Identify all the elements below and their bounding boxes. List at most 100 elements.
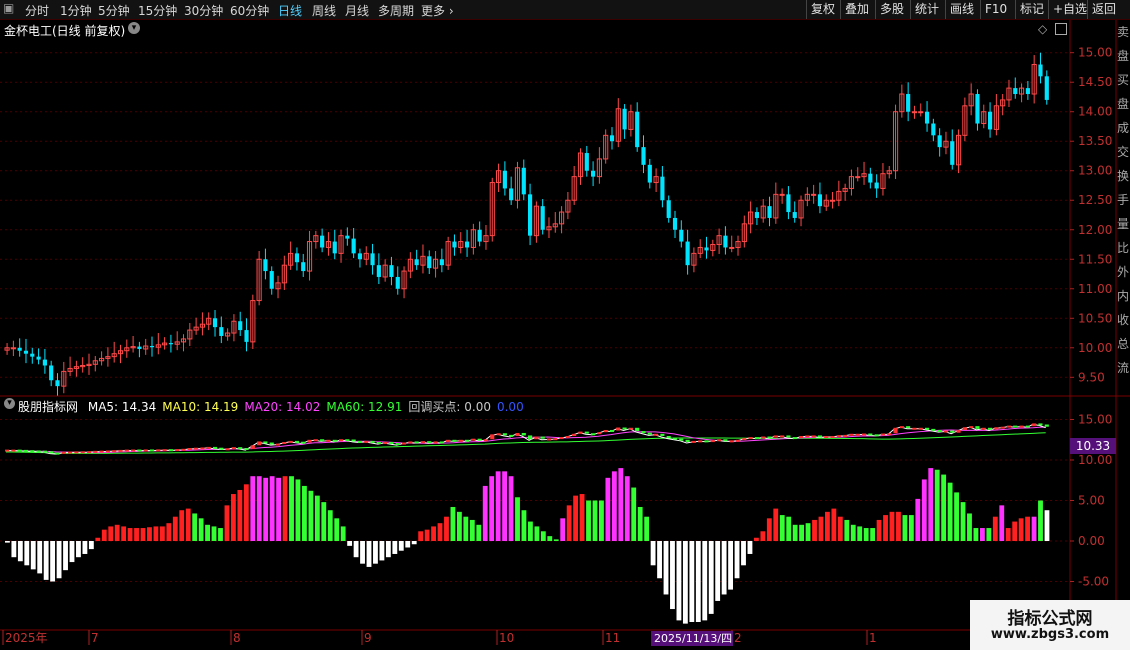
indicator-bar xyxy=(263,477,269,541)
indicator-bar xyxy=(43,541,49,580)
price-axis-label: 13.50 xyxy=(1078,134,1112,148)
mini-candle xyxy=(427,441,432,444)
mini-candle xyxy=(351,439,356,442)
price-axis-label: 11.50 xyxy=(1078,252,1112,266)
mini-candle xyxy=(80,451,85,454)
indicator-bar xyxy=(237,489,243,541)
x-axis-label: 9 xyxy=(364,631,372,645)
mini-candle xyxy=(187,447,192,450)
mini-candle xyxy=(698,440,703,443)
indicator-bar xyxy=(431,526,436,541)
mini-candle xyxy=(301,441,306,444)
mini-candle xyxy=(647,432,652,435)
indicator-bar xyxy=(812,519,817,541)
mini-candle xyxy=(414,441,419,444)
indicator-bar xyxy=(631,487,637,541)
mini-candle xyxy=(11,449,16,452)
candle xyxy=(80,357,86,373)
price-axis-label: 9.50 xyxy=(1078,370,1105,384)
mini-candle xyxy=(490,434,495,440)
candle xyxy=(615,98,621,148)
indicator-bar xyxy=(269,476,275,541)
indicator-header: 股朋指标网 MA5: 14.34 MA10: 14.19 MA20: 14.02 MA… xyxy=(18,398,530,415)
candle xyxy=(489,177,495,242)
indicator-menu-icon[interactable]: ▾ xyxy=(4,398,15,409)
candle xyxy=(911,105,918,119)
mini-candle xyxy=(105,450,110,453)
candle xyxy=(729,235,735,253)
candle xyxy=(320,228,325,253)
candle xyxy=(357,248,363,268)
candle xyxy=(225,328,231,341)
candle xyxy=(155,333,161,355)
candle xyxy=(30,347,35,364)
mini-candle xyxy=(899,426,904,429)
mini-candle xyxy=(761,436,766,439)
candle xyxy=(653,168,659,192)
x-axis-label: 8 xyxy=(233,631,241,645)
indicator-bar xyxy=(134,528,139,541)
candle xyxy=(981,104,987,129)
price-axis-label: 10.00 xyxy=(1078,341,1112,355)
indicator-bar xyxy=(50,541,56,582)
mini-candle xyxy=(553,438,558,441)
mini-candle xyxy=(313,439,318,442)
mini-candle xyxy=(496,433,501,436)
indicator-bar xyxy=(1005,528,1011,541)
candle xyxy=(918,103,924,117)
mini-candle xyxy=(710,440,715,443)
indicator-bar xyxy=(37,541,43,574)
indicator-bar xyxy=(534,526,540,541)
candle xyxy=(571,166,577,205)
indicator-bar xyxy=(82,541,88,554)
indicator-bar xyxy=(883,515,888,541)
indicator-axis-label: -5.00 xyxy=(1078,575,1109,589)
candle xyxy=(1044,70,1049,105)
indicator-bar xyxy=(179,510,185,541)
mini-candle xyxy=(893,427,898,434)
mini-candle xyxy=(780,435,785,438)
indicator-bar xyxy=(76,541,81,558)
indicator-bar xyxy=(17,541,23,562)
indicator-bar xyxy=(450,506,456,541)
indicator-bar xyxy=(353,541,359,558)
candle xyxy=(842,183,848,201)
candlestick-chart[interactable]: 15.0014.5014.0013.5013.0012.5012.0011.50… xyxy=(0,0,1130,650)
candle xyxy=(1038,52,1043,84)
mini-candle xyxy=(137,449,142,452)
candle xyxy=(382,259,388,282)
indicator-bar xyxy=(682,541,688,624)
candle xyxy=(130,335,136,353)
mini-candle xyxy=(200,447,205,450)
candle xyxy=(836,180,842,207)
indicator-bar xyxy=(876,519,882,541)
indicator-bar xyxy=(915,498,921,541)
indicator-bar xyxy=(831,508,837,541)
mini-candle xyxy=(131,449,136,452)
indicator-bar xyxy=(334,518,340,541)
indicator-bar xyxy=(734,541,740,579)
indicator-bar xyxy=(69,541,75,563)
indicator-bar xyxy=(586,500,591,541)
mini-candle xyxy=(294,440,300,443)
indicator-bar xyxy=(540,531,546,541)
candle xyxy=(269,266,274,295)
mini-candle xyxy=(74,451,79,454)
candle xyxy=(23,338,29,364)
candle xyxy=(635,102,640,152)
mini-candle xyxy=(830,435,835,438)
indicator-bar xyxy=(644,516,650,541)
candle xyxy=(137,341,142,358)
indicator-bar xyxy=(243,484,249,541)
right-side-panel[interactable]: 卖盘买盘成交换手量比外内收总流 xyxy=(1117,20,1130,400)
candle xyxy=(458,232,464,254)
candle xyxy=(401,266,407,299)
mini-candle xyxy=(622,427,627,430)
indicator-bar xyxy=(192,513,198,541)
candle xyxy=(111,341,117,363)
candle xyxy=(464,229,470,257)
mini-candle xyxy=(370,440,375,443)
mini-candle xyxy=(811,435,816,438)
indicator-bar xyxy=(424,529,430,541)
indicator-bar xyxy=(934,469,940,541)
